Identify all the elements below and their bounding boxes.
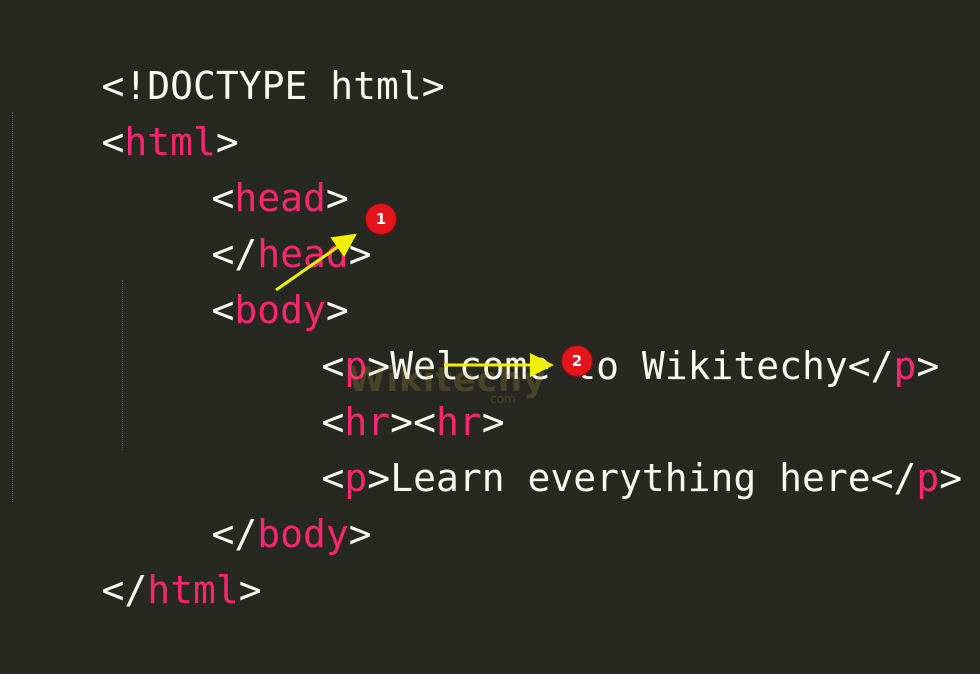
html-end-open-bracket: </: [101, 568, 148, 612]
annotation-arrows: [275, 233, 554, 377]
arrow-1: [275, 233, 357, 292]
annotation-badge-2: 2: [562, 346, 592, 376]
annotation-badge-1: 1: [366, 204, 396, 234]
html-end-close-bracket: >: [238, 568, 262, 612]
html-end-tag-name: html: [147, 568, 239, 612]
